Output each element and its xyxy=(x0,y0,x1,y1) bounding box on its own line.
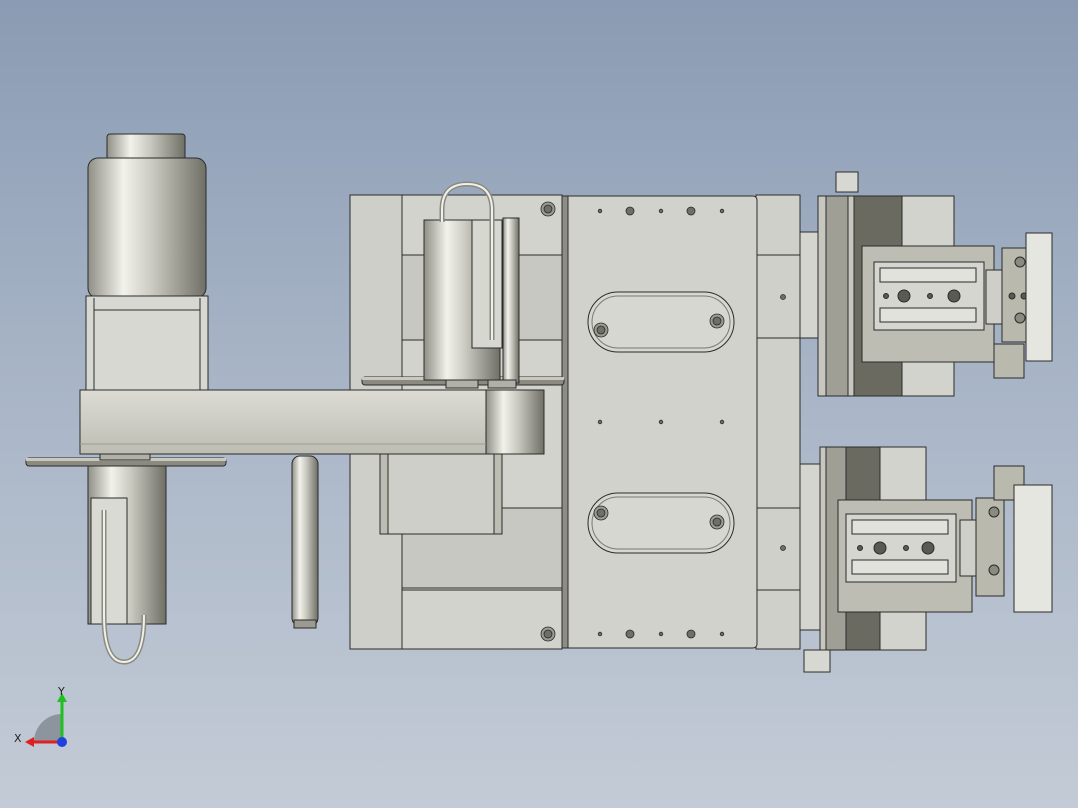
cover-plate-edge xyxy=(561,195,569,649)
lower-bracket xyxy=(90,497,128,625)
x-axis-label: X xyxy=(14,732,22,745)
center-post xyxy=(502,217,520,384)
cad-viewport[interactable]: X Y xyxy=(0,0,1078,808)
base-plate-right-body xyxy=(755,194,801,650)
center-bracket xyxy=(471,219,503,349)
y-axis-label: Y xyxy=(57,685,65,698)
triad-quadrant xyxy=(34,714,62,742)
axis-triad: X Y xyxy=(14,685,67,747)
cad-model[interactable] xyxy=(0,0,1078,808)
z-axis-dot xyxy=(57,737,67,747)
guide-post[interactable] xyxy=(291,455,319,629)
arm-hub xyxy=(485,389,545,455)
mid-actuator[interactable] xyxy=(379,453,503,535)
x-axis-arrow xyxy=(25,737,34,747)
gripper-lower[interactable] xyxy=(799,446,1053,673)
gripper-upper[interactable] xyxy=(799,171,1053,397)
swing-arm[interactable] xyxy=(79,389,545,455)
motor-body xyxy=(87,157,207,299)
